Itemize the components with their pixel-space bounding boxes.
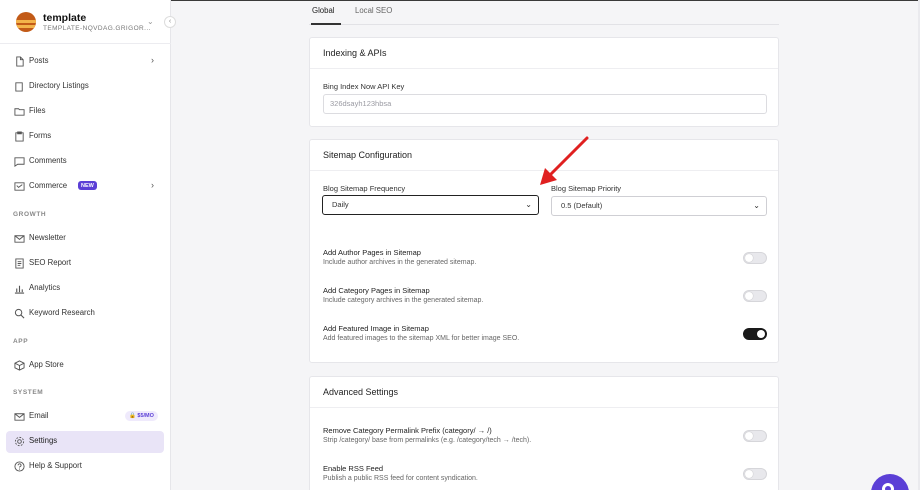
author-pages-title: Add Author Pages in Sitemap (323, 248, 421, 257)
sitemap-frequency-label: Blog Sitemap Frequency (323, 184, 406, 193)
sitemap-frequency-select[interactable]: Daily ⌄ (322, 195, 539, 215)
new-badge: NEW (78, 181, 97, 190)
chevron-down-icon: ⌄ (525, 200, 532, 209)
chat-icon (882, 483, 894, 490)
folder-icon (14, 108, 25, 116)
category-pages-toggle[interactable] (743, 290, 767, 302)
rss-feed-title: Enable RSS Feed (323, 464, 384, 473)
remove-category-prefix-toggle[interactable] (743, 430, 767, 442)
indexing-card: Indexing & APIs Bing Index Now API Key 3… (309, 37, 779, 127)
collapse-sidebar-button[interactable]: ‹ (164, 16, 176, 28)
chevron-down-icon: ⌄ (753, 201, 760, 210)
select-value: Daily (332, 200, 349, 209)
price-badge: 🔒 $5/MO (125, 411, 158, 421)
cart-icon (14, 182, 25, 191)
remove-category-prefix-desc: Strip /category/ base from permalinks (e… (323, 437, 532, 444)
bing-api-key-input[interactable]: 326dsayh123hbsa (323, 94, 767, 114)
comment-icon (14, 157, 25, 167)
sidebar-item-label: Analytics (29, 283, 61, 292)
sidebar-item-forms[interactable]: Forms (6, 126, 164, 148)
box-icon (14, 360, 25, 371)
sidebar-item-commerce[interactable]: Commerce NEW › (6, 176, 164, 198)
workspace-domain: TEMPLATE-NQVDAG.GRIGOR... (43, 25, 151, 32)
advanced-settings-card: Advanced Settings Remove Category Permal… (309, 376, 779, 490)
featured-image-toggle[interactable] (743, 328, 767, 340)
sidebar-item-posts[interactable]: Posts › (6, 51, 164, 73)
sidebar-item-comments[interactable]: Comments (6, 151, 164, 173)
active-tab-indicator (311, 23, 341, 25)
card-header: Advanced Settings (310, 377, 778, 408)
sidebar-item-directory-listings[interactable]: Directory Listings (6, 76, 164, 98)
remove-category-prefix-title: Remove Category Permalink Prefix (catego… (323, 426, 492, 435)
sidebar-item-label: Help & Support (29, 461, 82, 470)
mail-icon (14, 413, 25, 421)
sidebar-item-label: Posts (29, 56, 49, 65)
toggle-knob (745, 292, 753, 300)
category-pages-title: Add Category Pages in Sitemap (323, 286, 430, 295)
sitemap-priority-select[interactable]: 0.5 (Default) ⌄ (551, 196, 767, 216)
section-label-app: APP (13, 338, 29, 345)
sidebar-item-label: Files (29, 106, 46, 115)
sidebar-item-label: SEO Report (29, 258, 72, 267)
help-chat-button[interactable] (871, 474, 909, 490)
annotation-arrow-icon (540, 136, 589, 185)
search-icon (14, 308, 25, 319)
workspace-switcher[interactable]: template TEMPLATE-NQVDAG.GRIGOR... ⌄ (0, 0, 171, 44)
chevron-right-icon: › (151, 55, 154, 65)
author-pages-desc: Include author archives in the generated… (323, 259, 477, 266)
sidebar-item-label: Keyword Research (29, 308, 95, 317)
sidebar-item-seo-report[interactable]: SEO Report (6, 253, 164, 275)
rss-feed-desc: Publish a public RSS feed for content sy… (323, 475, 478, 482)
card-title: Indexing & APIs (323, 48, 387, 58)
sidebar-item-email[interactable]: Email 🔒 $5/MO (6, 406, 164, 428)
workspace-logo (16, 12, 36, 32)
toggle-knob (745, 470, 753, 478)
author-pages-toggle[interactable] (743, 252, 767, 264)
sidebar: template TEMPLATE-NQVDAG.GRIGOR... ⌄ Pos… (0, 0, 171, 490)
sidebar-item-label: Email (29, 411, 49, 420)
card-title: Advanced Settings (323, 387, 399, 397)
sidebar-item-help-support[interactable]: Help & Support (6, 456, 164, 478)
sidebar-item-settings[interactable]: Settings (6, 431, 164, 453)
sidebar-item-app-store[interactable]: App Store (6, 355, 164, 377)
tab-local-seo[interactable]: Local SEO (355, 6, 392, 15)
sidebar-item-label: App Store (29, 360, 64, 369)
chart-icon (14, 285, 25, 294)
card-title: Sitemap Configuration (323, 150, 413, 160)
sidebar-item-label: Directory Listings (29, 81, 89, 90)
report-icon (15, 258, 24, 269)
workspace-name: template (43, 12, 87, 24)
sidebar-item-label: Comments (29, 156, 67, 165)
sidebar-item-newsletter[interactable]: Newsletter (6, 228, 164, 250)
help-icon (14, 461, 25, 472)
gear-icon (14, 436, 25, 447)
toggle-knob (757, 330, 765, 338)
tab-global[interactable]: Global (312, 6, 335, 15)
sidebar-item-keyword-research[interactable]: Keyword Research (6, 303, 164, 325)
toggle-knob (745, 432, 753, 440)
section-label-growth: GROWTH (13, 211, 47, 218)
toggle-knob (745, 254, 753, 262)
sidebar-item-label: Forms (29, 131, 52, 140)
section-label-system: SYSTEM (13, 389, 44, 396)
clipboard-icon (15, 131, 24, 142)
card-header: Indexing & APIs (310, 38, 778, 69)
document-icon (16, 56, 24, 67)
rss-feed-toggle[interactable] (743, 468, 767, 480)
sidebar-item-label: Settings (29, 436, 58, 445)
sidebar-item-analytics[interactable]: Analytics (6, 278, 164, 300)
mail-icon (14, 235, 25, 243)
category-pages-desc: Include category archives in the generat… (323, 297, 484, 304)
sidebar-item-label: Commerce (29, 181, 68, 190)
chevron-right-icon: › (151, 180, 154, 190)
sidebar-item-files[interactable]: Files (6, 101, 164, 123)
featured-image-title: Add Featured Image in Sitemap (323, 324, 429, 333)
featured-image-desc: Add featured images to the sitemap XML f… (323, 335, 520, 342)
sidebar-item-label: Newsletter (29, 233, 66, 242)
bing-api-key-label: Bing Index Now API Key (323, 82, 405, 91)
book-icon (15, 82, 23, 92)
select-value: 0.5 (Default) (561, 201, 603, 210)
settings-tabs: Global Local SEO (309, 0, 779, 25)
chevron-down-icon: ⌄ (147, 17, 154, 26)
